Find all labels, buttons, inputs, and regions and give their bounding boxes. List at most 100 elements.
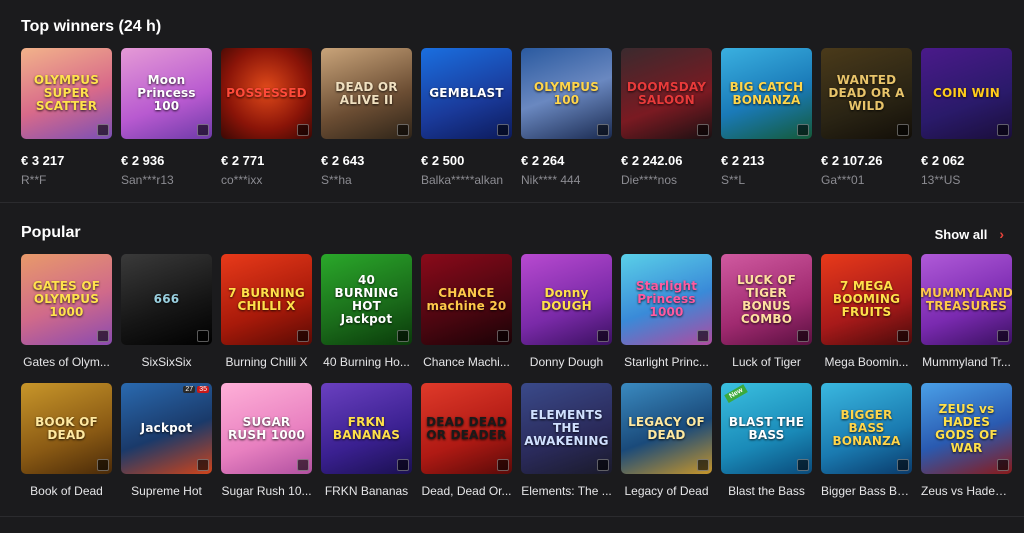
show-all-link[interactable]: Show all › bbox=[935, 226, 1004, 242]
game-card[interactable]: CHANCE machine 20 Chance Machi... bbox=[421, 254, 512, 369]
show-all-label: Show all bbox=[934, 226, 988, 242]
game-card[interactable]: 7 MEGA BOOMING FRUITS Mega Boomin... bbox=[821, 254, 912, 369]
game-card[interactable]: Starlight Princess 1000 Starlight Princ..… bbox=[621, 254, 712, 369]
game-name: Mummyland Tr... bbox=[922, 355, 1011, 369]
game-thumbnail[interactable]: LUCK OF TIGER BONUS COMBO bbox=[721, 254, 812, 345]
game-card[interactable]: ELEMENTS THE AWAKENING Elements: The ... bbox=[521, 383, 612, 498]
game-card[interactable]: 40 BURNING HOT Jackpot 40 Burning Ho... bbox=[321, 254, 412, 369]
winner-game-thumbnail[interactable]: DOOMSDAY SALOON bbox=[621, 48, 712, 139]
winner-game-thumbnail[interactable]: BIG CATCH BONANZA bbox=[721, 48, 812, 139]
game-artwork-title: OLYMPUS SUPER SCATTER bbox=[33, 73, 100, 113]
provider-logo-icon bbox=[397, 459, 409, 471]
game-card[interactable]: GATES OF OLYMPUS 1000 Gates of Olym... bbox=[21, 254, 112, 369]
winner-game-thumbnail[interactable]: GEMBLAST bbox=[421, 48, 512, 139]
provider-logo-icon bbox=[897, 459, 909, 471]
game-thumbnail[interactable]: Jackpot 27 35 bbox=[121, 383, 212, 474]
game-name: Blast the Bass bbox=[728, 484, 805, 498]
game-name: Supreme Hot bbox=[131, 484, 202, 498]
game-thumbnail[interactable]: BLAST THE BASS New bbox=[721, 383, 812, 474]
game-thumbnail[interactable]: BOOK OF DEAD bbox=[21, 383, 112, 474]
game-thumbnail[interactable]: 7 BURNING CHILLI X bbox=[221, 254, 312, 345]
game-thumbnail[interactable]: DEAD DEAD OR DEADER bbox=[421, 383, 512, 474]
game-thumbnail[interactable]: FRKN BANANAS bbox=[321, 383, 412, 474]
game-thumbnail[interactable]: ZEUS vs HADES GODS OF WAR bbox=[921, 383, 1012, 474]
game-artwork-title: COIN WIN bbox=[932, 86, 1001, 100]
winner-game-thumbnail[interactable]: WANTED DEAD OR A WILD bbox=[821, 48, 912, 139]
chevron-right-icon: › bbox=[999, 226, 1004, 242]
winner-card: OLYMPUS 100 € 2 264 Nik**** 444 bbox=[521, 48, 612, 187]
game-artwork-title: LUCK OF TIGER BONUS COMBO bbox=[736, 272, 797, 326]
winner-card: POSSESSED € 2 771 co***ixx bbox=[221, 48, 312, 187]
bottom-divider bbox=[0, 516, 1024, 517]
game-name: Legacy of Dead bbox=[624, 484, 709, 498]
game-name: FRKN Bananas bbox=[324, 484, 409, 498]
game-thumbnail[interactable]: BIGGER BASS BONANZA bbox=[821, 383, 912, 474]
winner-card: Moon Princess 100 € 2 936 San***r13 bbox=[121, 48, 212, 187]
winner-username: S**ha bbox=[321, 173, 352, 187]
winner-game-thumbnail[interactable]: DEAD OR ALIVE II bbox=[321, 48, 412, 139]
game-card[interactable]: BLAST THE BASS New Blast the Bass bbox=[721, 383, 812, 498]
game-artwork-title: CHANCE machine 20 bbox=[426, 285, 507, 313]
game-artwork-title: Starlight Princess 1000 bbox=[635, 279, 698, 319]
game-card[interactable]: ZEUS vs HADES GODS OF WAR Zeus vs Hades .… bbox=[921, 383, 1012, 498]
game-thumbnail[interactable]: ELEMENTS THE AWAKENING bbox=[521, 383, 612, 474]
provider-logo-icon bbox=[197, 459, 209, 471]
game-artwork-title: DEAD DEAD OR DEADER bbox=[426, 414, 507, 442]
game-card[interactable]: LEGACY OF DEAD Legacy of Dead bbox=[621, 383, 712, 498]
game-thumbnail[interactable]: MUMMYLAND TREASURES bbox=[921, 254, 1012, 345]
game-name: SixSixSix bbox=[141, 355, 192, 369]
winner-username: S**L bbox=[721, 173, 746, 187]
game-artwork-title: FRKN BANANAS bbox=[332, 414, 401, 442]
game-card[interactable]: SUGAR RUSH 1000 Sugar Rush 10... bbox=[221, 383, 312, 498]
game-artwork-title: POSSESSED bbox=[226, 86, 307, 100]
winner-game-thumbnail[interactable]: OLYMPUS SUPER SCATTER bbox=[21, 48, 112, 139]
game-card[interactable]: LUCK OF TIGER BONUS COMBO Luck of Tiger bbox=[721, 254, 812, 369]
win-amount: € 2 771 bbox=[221, 153, 265, 168]
provider-logo-icon bbox=[97, 330, 109, 342]
winner-username: co***ixx bbox=[221, 173, 263, 187]
game-name: Luck of Tiger bbox=[732, 355, 801, 369]
game-card[interactable]: DEAD DEAD OR DEADER Dead, Dead Or... bbox=[421, 383, 512, 498]
game-name: Book of Dead bbox=[30, 484, 103, 498]
win-amount: € 2 643 bbox=[321, 153, 365, 168]
provider-logo-icon bbox=[397, 330, 409, 342]
game-card[interactable]: MUMMYLAND TREASURES Mummyland Tr... bbox=[921, 254, 1012, 369]
game-artwork-title: MUMMYLAND TREASURES bbox=[921, 285, 1012, 313]
winner-game-thumbnail[interactable]: COIN WIN bbox=[921, 48, 1012, 139]
winner-username: San***r13 bbox=[121, 173, 174, 187]
game-card[interactable]: BOOK OF DEAD Book of Dead bbox=[21, 383, 112, 498]
winner-username: R**F bbox=[21, 173, 47, 187]
game-thumbnail[interactable]: CHANCE machine 20 bbox=[421, 254, 512, 345]
provider-logo-icon bbox=[297, 124, 309, 136]
game-card[interactable]: Donny DOUGH Donny Dough bbox=[521, 254, 612, 369]
game-artwork-title: BOOK OF DEAD bbox=[35, 414, 98, 442]
provider-logo-icon bbox=[997, 330, 1009, 342]
game-thumbnail[interactable]: 666 bbox=[121, 254, 212, 345]
provider-logo-icon bbox=[497, 330, 509, 342]
game-thumbnail[interactable]: SUGAR RUSH 1000 bbox=[221, 383, 312, 474]
provider-logo-icon bbox=[797, 459, 809, 471]
winner-card: DEAD OR ALIVE II € 2 643 S**ha bbox=[321, 48, 412, 187]
game-name: Burning Chilli X bbox=[225, 355, 308, 369]
winner-username: Die****nos bbox=[621, 173, 678, 187]
game-card[interactable]: 666 SixSixSix bbox=[121, 254, 212, 369]
game-thumbnail[interactable]: 7 MEGA BOOMING FRUITS bbox=[821, 254, 912, 345]
provider-logo-icon bbox=[297, 330, 309, 342]
winner-game-thumbnail[interactable]: Moon Princess 100 bbox=[121, 48, 212, 139]
game-thumbnail[interactable]: 40 BURNING HOT Jackpot bbox=[321, 254, 412, 345]
winner-card: BIG CATCH BONANZA € 2 213 S**L bbox=[721, 48, 812, 187]
game-thumbnail[interactable]: GATES OF OLYMPUS 1000 bbox=[21, 254, 112, 345]
game-name: Elements: The ... bbox=[521, 484, 612, 498]
game-artwork-title: GATES OF OLYMPUS 1000 bbox=[32, 279, 101, 319]
game-artwork-title: DEAD OR ALIVE II bbox=[335, 79, 398, 107]
game-thumbnail[interactable]: LEGACY OF DEAD bbox=[621, 383, 712, 474]
game-card[interactable]: 7 BURNING CHILLI X Burning Chilli X bbox=[221, 254, 312, 369]
game-card[interactable]: BIGGER BASS BONANZA Bigger Bass Bo... bbox=[821, 383, 912, 498]
winner-game-thumbnail[interactable]: POSSESSED bbox=[221, 48, 312, 139]
game-thumbnail[interactable]: Starlight Princess 1000 bbox=[621, 254, 712, 345]
winner-username: Balka*****alkan bbox=[421, 173, 504, 187]
game-thumbnail[interactable]: Donny DOUGH bbox=[521, 254, 612, 345]
game-card[interactable]: Jackpot 27 35 Supreme Hot bbox=[121, 383, 212, 498]
winner-game-thumbnail[interactable]: OLYMPUS 100 bbox=[521, 48, 612, 139]
game-card[interactable]: FRKN BANANAS FRKN Bananas bbox=[321, 383, 412, 498]
